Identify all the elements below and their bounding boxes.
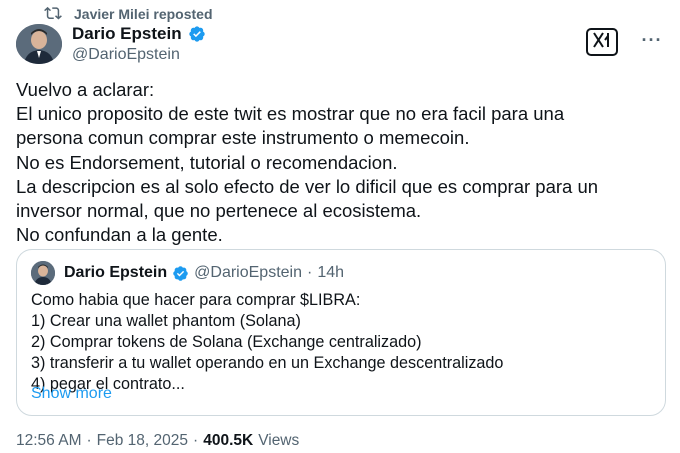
grok-icon (592, 31, 612, 54)
quote-timestamp[interactable]: 14h (317, 264, 344, 282)
author-handle[interactable]: @DarioEpstein (72, 46, 206, 64)
quote-header: Dario Epstein @DarioEpstein · 14h (31, 261, 344, 285)
more-options-icon[interactable]: ··· (640, 28, 664, 52)
views-label: Views (258, 432, 300, 449)
quoted-tweet[interactable]: Dario Epstein @DarioEpstein · 14h Como h… (16, 249, 666, 416)
tweet-line: inversor normal, que no pertenece al eco… (16, 200, 422, 222)
tweet-line: No confundan a la gente. (16, 224, 223, 246)
tweet-time[interactable]: 12:56 AM (16, 432, 82, 450)
verified-badge-icon (188, 25, 206, 43)
author-name[interactable]: Dario Epstein (72, 24, 182, 44)
tweet-header: Dario Epstein @DarioEpstein ··· (16, 24, 664, 64)
tweet-line: Vuelvo a aclarar: (16, 79, 155, 100)
quote-author-name: Dario Epstein (64, 264, 168, 281)
tweet-date[interactable]: Feb 18, 2025 (97, 432, 188, 450)
quote-verified-badge-icon (172, 265, 189, 282)
footer-separator: · (86, 432, 92, 449)
tweet-line: La descripcion es al solo efecto de ver … (16, 175, 599, 197)
footer-separator: · (193, 432, 199, 449)
tweet-line: persona comun comprar este instrumento o… (16, 127, 470, 149)
quote-line: 1) Crear una wallet phantom (Solana) (31, 312, 301, 330)
repost-text: Javier Milei reposted (74, 6, 213, 22)
tweet-line: No es Endorsement, tutorial o recomendac… (16, 151, 398, 173)
views-count: 400.5K (203, 432, 254, 449)
show-more-link[interactable]: Show more (31, 385, 112, 403)
quote-line: 2) Comprar tokens de Solana (Exchange ce… (31, 333, 422, 351)
quote-text: Como habia que hacer para comprar $LIBRA… (31, 290, 503, 395)
quote-line: 3) transferir a tu wallet operando en un… (31, 354, 504, 372)
tweet-footer: 12:56 AM · Feb 18, 2025 · 400.5K Views (16, 432, 299, 450)
avatar[interactable] (16, 24, 62, 64)
tweet-text: Vuelvo a aclarar: El unico proposito de … (16, 78, 666, 247)
tweet-line: El unico proposito de este twit es mostr… (16, 103, 565, 125)
quote-author-handle: @DarioEpstein (194, 264, 302, 281)
quote-line: Como habia que hacer para comprar $LIBRA… (31, 291, 361, 309)
grok-button[interactable] (586, 28, 618, 56)
repost-indicator[interactable]: Javier Milei reposted (44, 5, 213, 23)
quote-avatar (31, 261, 55, 285)
repost-icon (44, 4, 62, 25)
quote-separator: · (306, 264, 313, 281)
